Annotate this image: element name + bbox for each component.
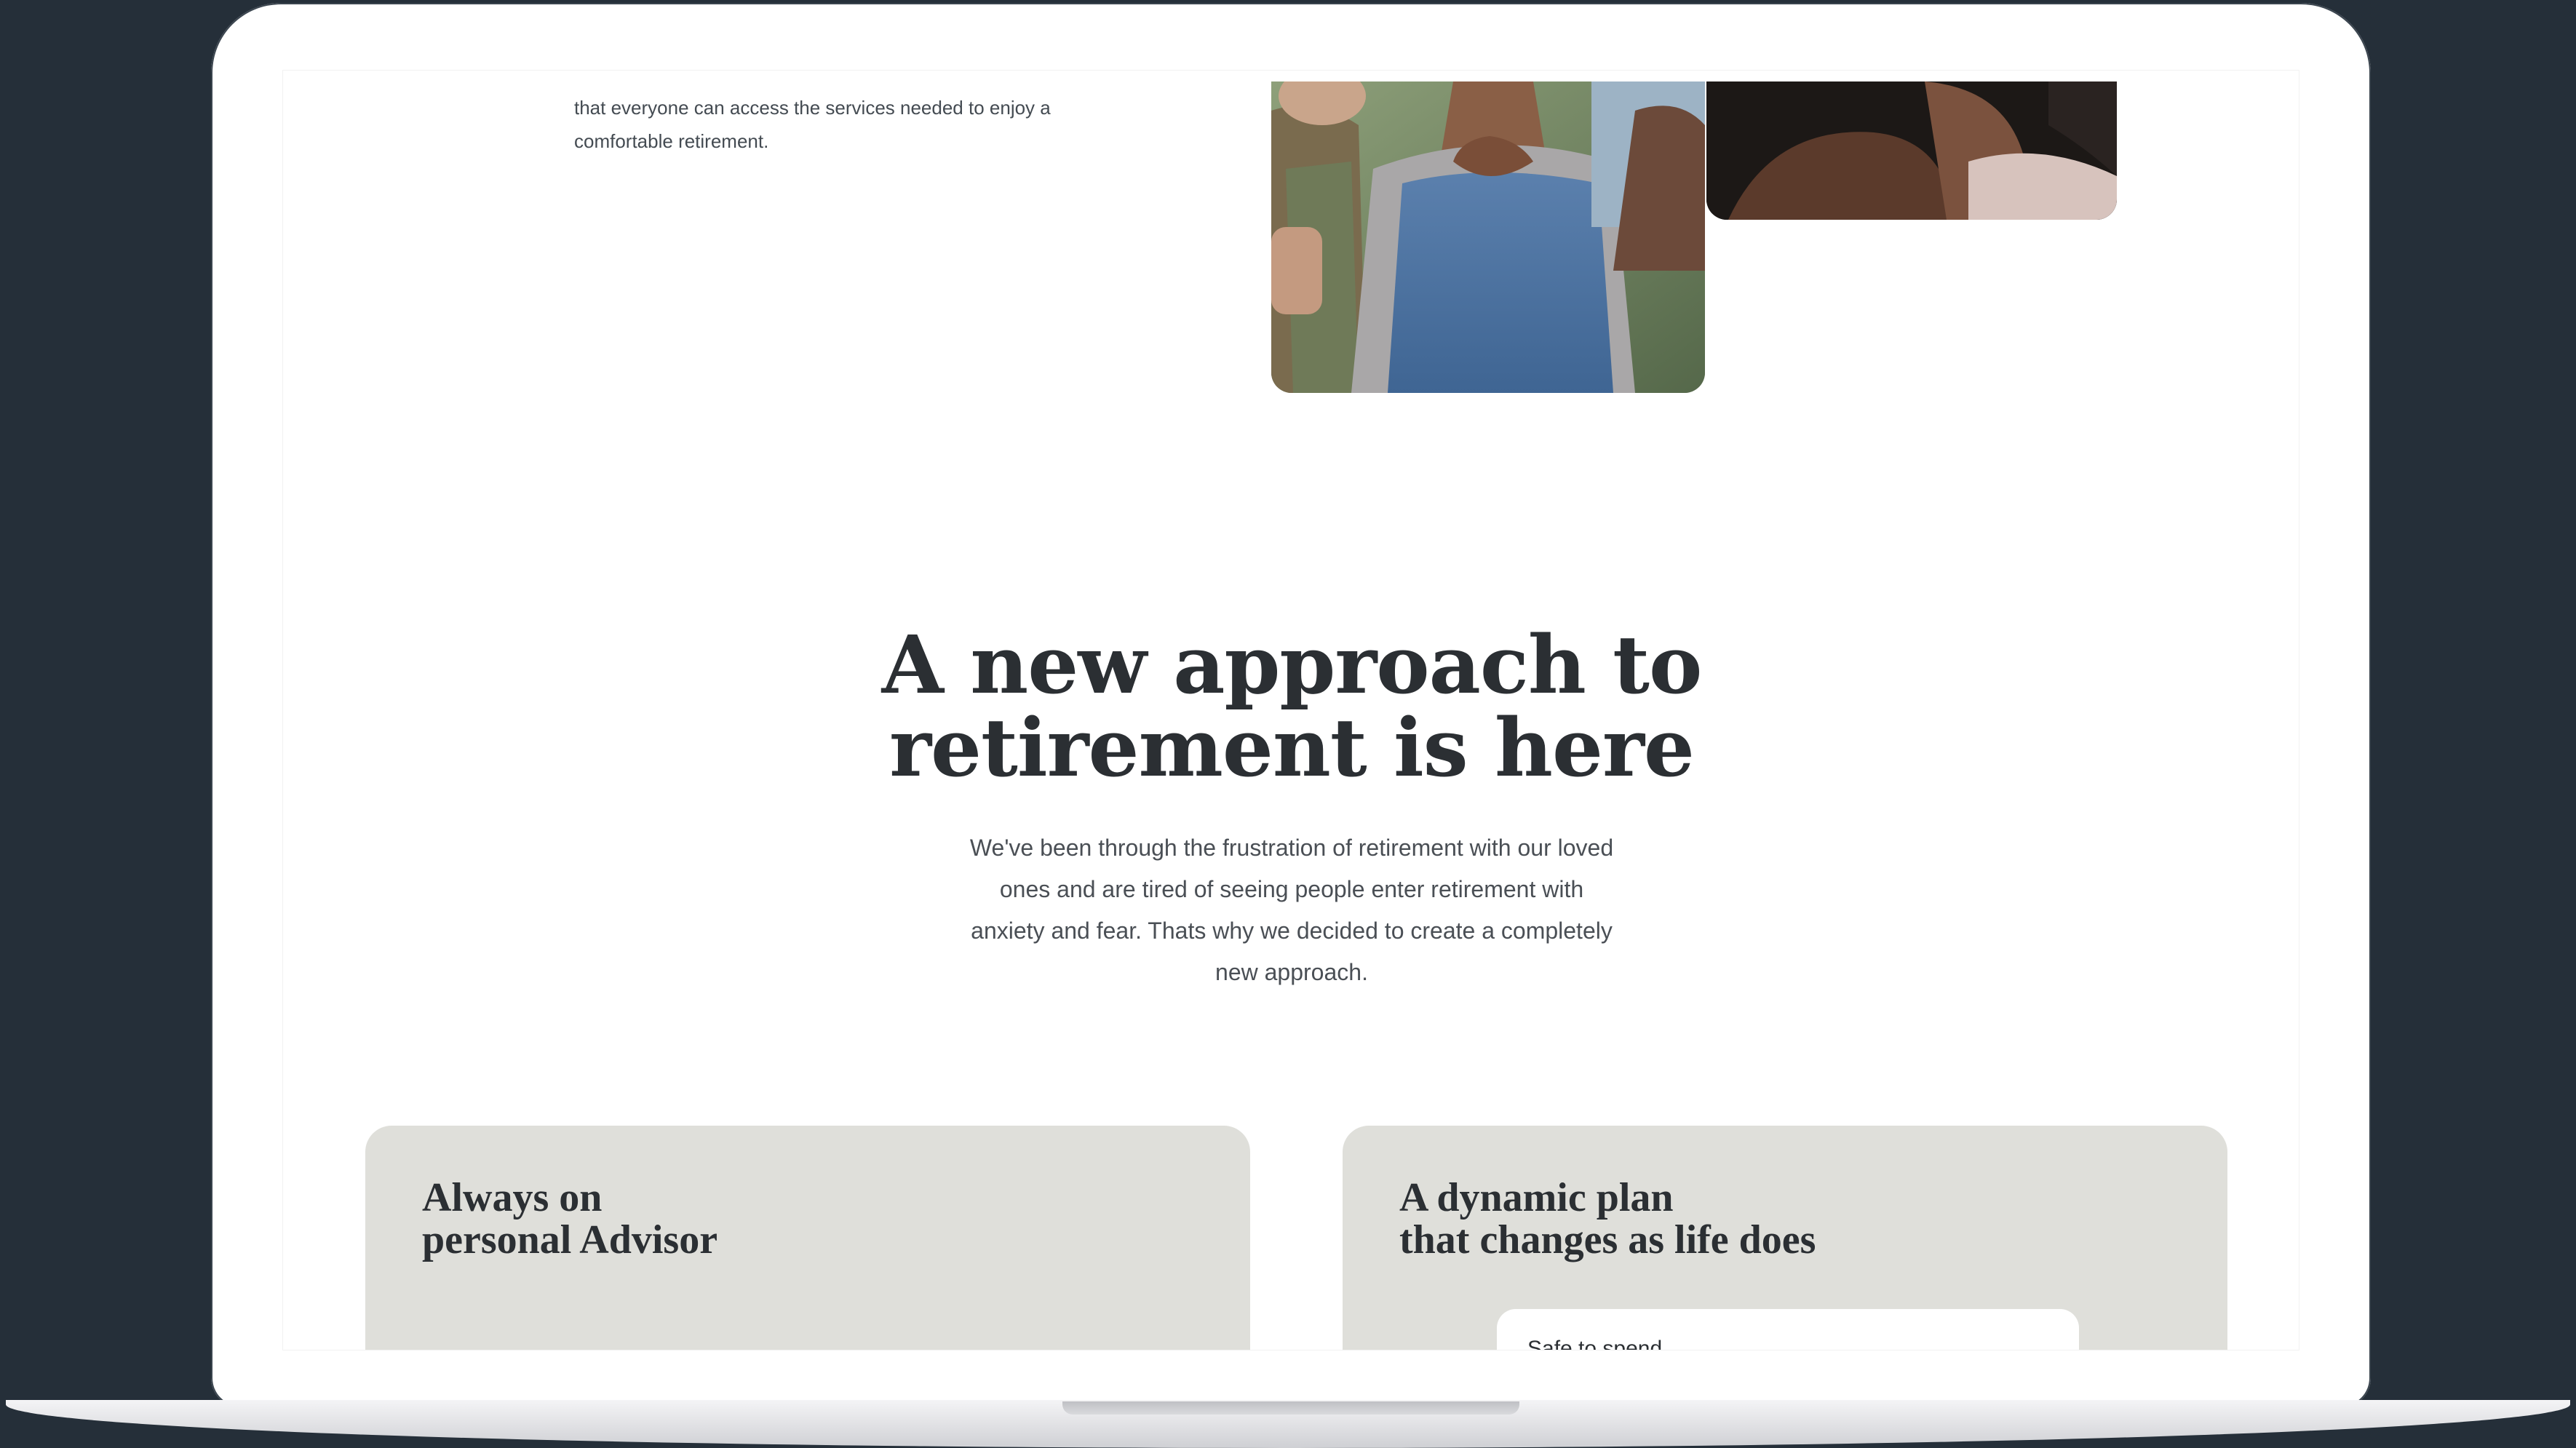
feature-card-title: A dynamic plan that changes as life does	[1399, 1177, 1816, 1261]
laptop-notch	[1062, 1401, 1519, 1415]
safe-to-spend-widget: Safe to spend	[1497, 1309, 2079, 1350]
intro-line-2: comfortable retirement.	[574, 130, 769, 152]
hero-title: A new approach to retirement is here	[283, 624, 2299, 789]
safe-to-spend-label: Safe to spend	[1527, 1337, 1663, 1350]
hero-title-line-1: A new approach to	[881, 618, 1703, 712]
feature-card-advisor[interactable]: Always on personal Advisor	[365, 1126, 1250, 1350]
people-photo-side	[1706, 81, 2117, 220]
intro-paragraph: that everyone can access the services ne…	[574, 91, 1127, 158]
hero-title-line-2: retirement is here	[889, 701, 1695, 795]
intro-line-1: that everyone can access the services ne…	[574, 97, 1051, 119]
card-title-line-1: A dynamic plan	[1399, 1175, 1674, 1220]
feature-card-dynamic-plan[interactable]: A dynamic plan that changes as life does…	[1343, 1126, 2227, 1350]
card-title-line-2: that changes as life does	[1399, 1217, 1816, 1262]
card-title-line-2: personal Advisor	[422, 1217, 718, 1262]
people-photo-main	[1271, 81, 1705, 393]
card-title-line-1: Always on	[422, 1175, 603, 1220]
people-photo-art	[1271, 81, 1705, 393]
laptop-mockup: that everyone can access the services ne…	[0, 0, 2576, 1448]
browser-viewport[interactable]: that everyone can access the services ne…	[282, 70, 2299, 1350]
feature-card-title: Always on personal Advisor	[422, 1177, 717, 1261]
laptop-lid: that everyone can access the services ne…	[211, 3, 2371, 1407]
people-photo-side-art	[1706, 81, 2117, 220]
hero-description: We've been through the frustration of re…	[969, 835, 1614, 985]
intro-cut-line	[574, 71, 1127, 92]
